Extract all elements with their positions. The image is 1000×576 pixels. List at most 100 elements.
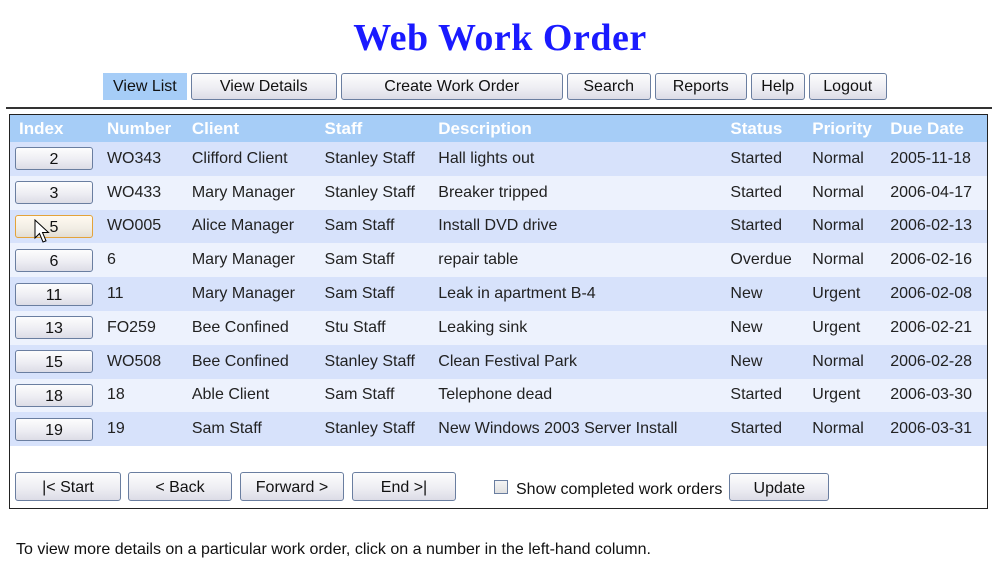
forward-button[interactable]: Forward > bbox=[240, 472, 344, 501]
nav-bar: View List View Details Create Work Order… bbox=[103, 72, 887, 101]
description-cell: Clean Festival Park bbox=[438, 344, 731, 379]
back-button[interactable]: < Back bbox=[128, 472, 232, 501]
nav-search-button[interactable]: Search bbox=[566, 73, 651, 100]
column-header-index: Index bbox=[10, 115, 107, 142]
due-date-cell: 2006-02-28 bbox=[890, 344, 987, 379]
index-button[interactable]: 6 bbox=[15, 248, 93, 272]
description-cell: New Windows 2003 Server Install bbox=[438, 412, 731, 447]
index-button[interactable]: 15 bbox=[15, 350, 93, 374]
staff-cell: Sam Staff bbox=[324, 209, 439, 244]
column-header-due-date: Due Date bbox=[890, 115, 987, 142]
table-row: 11 11 Mary Manager Sam Staff Leak in apartme… bbox=[10, 277, 987, 311]
staff-cell: Stu Staff bbox=[324, 310, 439, 345]
priority-cell: Urgent bbox=[812, 378, 891, 413]
staff-cell: Stanley Staff bbox=[324, 344, 439, 379]
index-cell: 18 bbox=[10, 378, 107, 413]
page-title: Web Work Order bbox=[353, 17, 647, 59]
index-cell: 15 bbox=[10, 344, 107, 379]
staff-cell: Stanley Staff bbox=[324, 142, 439, 176]
show-completed-label: Show completed work orders bbox=[516, 480, 723, 498]
column-header-number: Number bbox=[106, 115, 192, 142]
priority-cell: Normal bbox=[812, 142, 891, 176]
index-button[interactable]: 3 bbox=[15, 181, 93, 205]
client-cell: Able Client bbox=[191, 378, 325, 413]
description-cell: Leaking sink bbox=[438, 310, 731, 345]
end-button[interactable]: End >| bbox=[352, 472, 456, 501]
table-row: 15 WO508 Bee Confined Stanley Staff Clean Fe… bbox=[10, 344, 987, 379]
priority-cell: Urgent bbox=[812, 277, 891, 311]
help-text: To view more details on a particular wor… bbox=[16, 541, 651, 558]
priority-cell: Normal bbox=[812, 209, 891, 244]
work-order-table: Index Number Client Staff Description St… bbox=[10, 115, 987, 447]
client-cell: Bee Confined bbox=[191, 310, 325, 345]
column-header-status: Status bbox=[730, 115, 813, 142]
index-button[interactable]: 11 bbox=[15, 282, 93, 306]
due-date-cell: 2006-04-17 bbox=[890, 175, 987, 210]
staff-cell: Sam Staff bbox=[324, 378, 439, 413]
index-cell: 6 bbox=[10, 243, 107, 278]
priority-cell: Normal bbox=[812, 243, 891, 278]
update-button[interactable]: Update bbox=[729, 472, 830, 501]
index-cell: 3 bbox=[10, 175, 107, 210]
number-cell: FO259 bbox=[106, 310, 192, 345]
index-button[interactable]: 5 bbox=[15, 214, 93, 238]
description-cell: Install DVD drive bbox=[438, 209, 731, 244]
table-row: 2 WO343 Clifford Client Stanley Staff Hall l… bbox=[10, 142, 987, 176]
index-button[interactable]: 18 bbox=[15, 383, 93, 407]
description-cell: repair table bbox=[438, 243, 731, 278]
client-cell: Mary Manager bbox=[191, 277, 325, 311]
nav-reports-button[interactable]: Reports bbox=[654, 73, 747, 100]
priority-cell: Urgent bbox=[812, 310, 891, 345]
column-header-staff: Staff bbox=[324, 115, 439, 142]
index-cell: 2 bbox=[10, 142, 107, 176]
table-row: 13 FO259 Bee Confined Stu Staff Leaking sink… bbox=[10, 310, 987, 345]
status-cell: Overdue bbox=[730, 243, 813, 278]
nav-view-details-button[interactable]: View Details bbox=[190, 73, 337, 100]
show-completed-checkbox[interactable] bbox=[494, 479, 508, 494]
nav-view-list[interactable]: View List bbox=[103, 73, 187, 100]
start-button[interactable]: |< Start bbox=[15, 472, 121, 501]
number-cell: 6 bbox=[106, 243, 192, 278]
table-row: 3 WO433 Mary Manager Stanley Staff Breaker t… bbox=[10, 175, 987, 210]
number-cell: WO005 bbox=[106, 209, 192, 244]
number-cell: 18 bbox=[106, 378, 192, 413]
priority-cell: Normal bbox=[812, 175, 891, 210]
index-button[interactable]: 2 bbox=[15, 147, 93, 171]
index-button[interactable]: 19 bbox=[15, 417, 93, 441]
index-button[interactable]: 13 bbox=[15, 316, 93, 340]
priority-cell: Normal bbox=[812, 412, 891, 447]
client-cell: Clifford Client bbox=[191, 142, 325, 176]
description-cell: Breaker tripped bbox=[438, 175, 731, 210]
priority-cell: Normal bbox=[812, 344, 891, 379]
client-cell: Mary Manager bbox=[191, 175, 325, 210]
status-cell: Started bbox=[730, 412, 813, 447]
index-cell: 11 bbox=[10, 277, 107, 311]
header-divider bbox=[6, 107, 992, 109]
work-order-panel: Index Number Client Staff Description St… bbox=[9, 114, 988, 509]
nav-help-button[interactable]: Help bbox=[750, 73, 805, 100]
status-cell: Started bbox=[730, 378, 813, 413]
index-cell: 13 bbox=[10, 310, 107, 345]
nav-create-work-order-button[interactable]: Create Work Order bbox=[340, 73, 563, 100]
number-cell: WO343 bbox=[106, 142, 192, 176]
number-cell: 11 bbox=[106, 277, 192, 311]
client-cell: Mary Manager bbox=[191, 243, 325, 278]
due-date-cell: 2006-02-08 bbox=[890, 277, 987, 311]
table-row: 18 18 Able Client Sam Staff Telephone dead St… bbox=[10, 378, 987, 413]
column-header-priority: Priority bbox=[812, 115, 891, 142]
table-row: 6 6 Mary Manager Sam Staff repair table Overd… bbox=[10, 243, 987, 278]
status-cell: New bbox=[730, 344, 813, 379]
staff-cell: Sam Staff bbox=[324, 277, 439, 311]
status-cell: Started bbox=[730, 142, 813, 176]
pagination-bar: |< Start < Back Forward > End >| Show co… bbox=[15, 472, 830, 501]
description-cell: Telephone dead bbox=[438, 378, 731, 413]
nav-logout-button[interactable]: Logout bbox=[808, 73, 887, 100]
table-row: 19 19 Sam Staff Stanley Staff New Windows 20… bbox=[10, 412, 987, 447]
description-cell: Hall lights out bbox=[438, 142, 731, 176]
due-date-cell: 2006-03-31 bbox=[890, 412, 987, 447]
table-row: 5 WO005 Alice Manager Sam Staff Install DVD … bbox=[10, 209, 987, 244]
number-cell: WO433 bbox=[106, 175, 192, 210]
status-cell: New bbox=[730, 310, 813, 345]
due-date-cell: 2006-03-30 bbox=[890, 378, 987, 413]
description-cell: Leak in apartment B-4 bbox=[438, 277, 731, 311]
